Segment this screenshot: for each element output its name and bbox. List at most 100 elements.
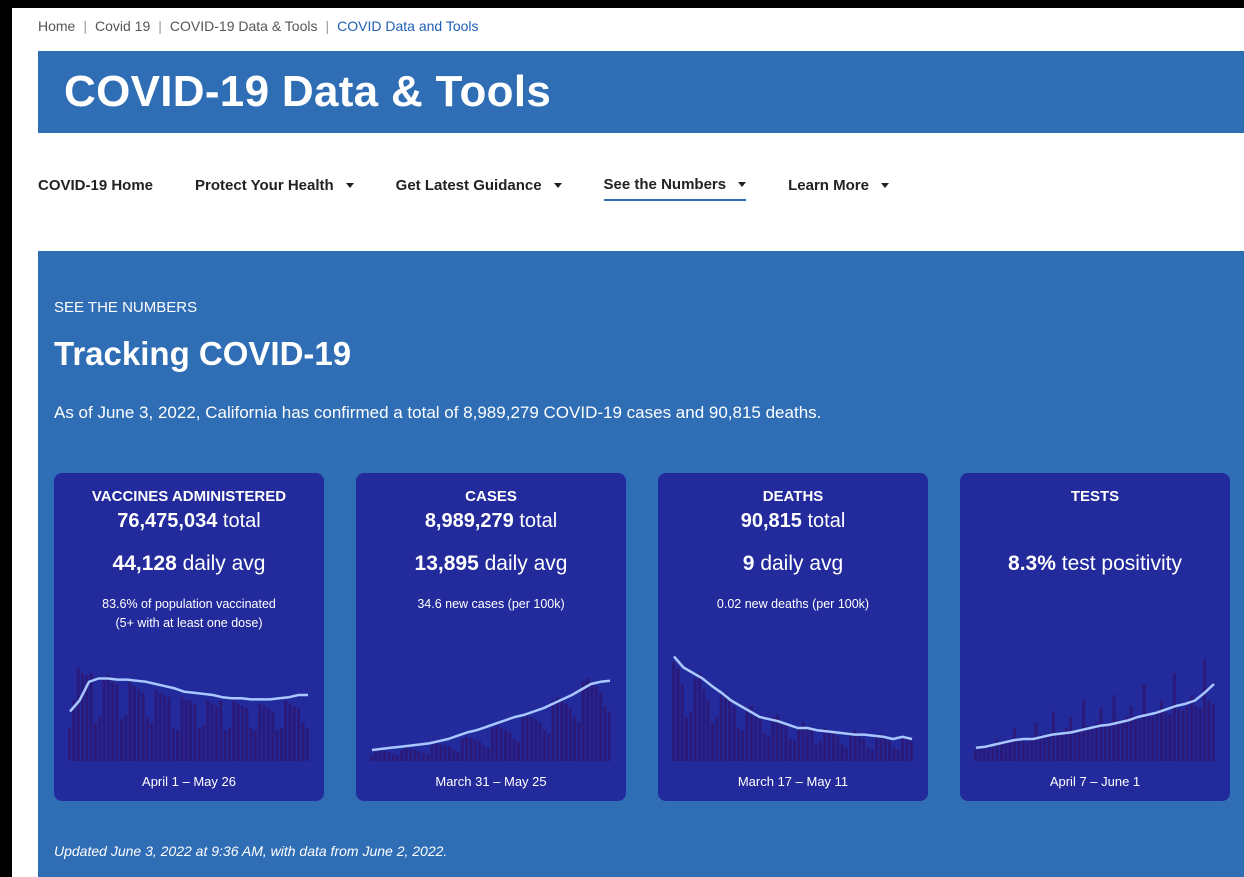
sparkline-bar (568, 708, 572, 761)
card-daily-avg: 8.3% test positivity (960, 552, 1230, 576)
sparkline-bar (128, 681, 132, 761)
sparkline-bar (253, 730, 257, 761)
sparkline-bar (831, 733, 836, 761)
card-total-value: 76,475,034 (117, 510, 218, 532)
sparkline-bar (150, 722, 154, 761)
breadcrumb-separator: | (83, 18, 87, 34)
chevron-down-icon (345, 183, 354, 188)
sparkline-bar (1008, 741, 1012, 761)
card-avg-value: 13,895 (414, 552, 479, 575)
sparkline-bar (236, 703, 240, 761)
sparkline-bar (93, 722, 98, 761)
sparkline-bar (439, 744, 443, 761)
sparkline-bar (857, 736, 861, 761)
sparkline-bar (206, 700, 210, 761)
sparkline-bar (232, 700, 236, 761)
sparkline-bar (292, 706, 296, 761)
sparkline-bar (754, 714, 758, 761)
sparkline-bar (1168, 714, 1172, 761)
sparkline-bar (710, 722, 715, 761)
sparkline-bar (978, 747, 982, 761)
card-note-line: 34.6 new cases (per 100k) (417, 597, 565, 611)
sparkline-bar (1151, 717, 1155, 761)
sparkline-bar (1203, 659, 1207, 761)
sparkline-bar (98, 717, 102, 761)
sparkline-bar (594, 686, 598, 761)
sparkline-bar (875, 736, 879, 761)
sparkline-bar (89, 673, 93, 761)
sparkline-bar (404, 747, 408, 761)
sparkline-bar (551, 700, 555, 761)
sparkline-bar (599, 692, 603, 761)
sparkline-bar (1198, 708, 1202, 761)
sparkline-bar (395, 755, 400, 761)
sparkline-bar (1060, 733, 1064, 761)
card-note: 0.02 new deaths (per 100k) (658, 595, 928, 614)
deaths-card[interactable]: DEATHS 90,815 total 9 daily avg 0.02 new… (658, 473, 928, 801)
sparkline-bar (974, 750, 978, 761)
sparkline-bar (1056, 732, 1060, 761)
sparkline-bar (1194, 706, 1198, 761)
vaccines-card[interactable]: VACCINES ADMINISTERED 76,475,034 total 4… (54, 473, 324, 801)
sparkline-bar (866, 747, 870, 761)
sparkline-bar (1125, 717, 1129, 761)
cases-card[interactable]: CASES 8,989,279 total 13,895 daily avg 3… (356, 473, 626, 801)
sparkline-bar (288, 703, 292, 761)
sparkline-bar (1120, 721, 1125, 761)
breadcrumb: Home | Covid 19 | COVID-19 Data & Tools … (38, 18, 479, 34)
sparkline-bar (814, 744, 818, 761)
card-avg-value: 44,128 (112, 552, 177, 575)
card-title: CASES (465, 488, 517, 505)
sparkline-bar (1077, 731, 1081, 761)
sparkline-bar (1207, 700, 1211, 761)
sparkline-chart (672, 655, 913, 761)
tests-card[interactable]: TESTS 8.3% test positivity April 7 – Jun… (960, 473, 1230, 801)
sparkline-bar (478, 741, 482, 761)
breadcrumb-data-tools-link[interactable]: COVID-19 Data & Tools (170, 18, 318, 34)
sparkline-bar (258, 703, 262, 761)
card-total: 90,815 total (658, 510, 928, 533)
sparkline-bar (581, 681, 585, 761)
sparkline-bar (1211, 703, 1215, 761)
sparkline-bar (430, 745, 434, 761)
sparkline-bar (512, 739, 516, 761)
sparkline-bar (305, 728, 309, 761)
card-note-line: 83.6% of population vaccinated (102, 597, 276, 611)
card-daily-avg: 13,895 daily avg (356, 552, 626, 576)
sparkline-bar (447, 746, 451, 761)
sparkline-bar (1164, 712, 1168, 761)
sparkline-bar (888, 741, 892, 761)
sparkline-bar (745, 711, 749, 761)
sparkline-bar (560, 700, 564, 761)
sparkline-chart (370, 678, 611, 761)
sparkline-bar (482, 745, 486, 761)
sparkline-bar (111, 681, 115, 761)
sparkline-bar (137, 689, 141, 761)
sparkline-bar (1172, 673, 1176, 761)
breadcrumb-home-link[interactable]: Home (38, 18, 75, 34)
sparkline-bar (240, 706, 244, 761)
sparkline-bar (689, 711, 693, 761)
sparkline-bar (723, 692, 727, 761)
nav-item-learn-more[interactable]: Learn More (788, 177, 889, 200)
sparkline-bar (214, 706, 219, 761)
sparkline-bar (999, 744, 1004, 761)
updated-timestamp: Updated June 3, 2022 at 9:36 AM, with da… (54, 843, 448, 859)
nav-item-covid-home[interactable]: COVID-19 Home (38, 177, 153, 200)
nav-item-see-numbers[interactable]: See the Numbers (603, 176, 747, 201)
sparkline-bar (516, 741, 521, 761)
sparkline-bar (1034, 722, 1038, 761)
sparkline-bar (68, 728, 72, 761)
main-nav: COVID-19 Home Protect Your Health Get La… (38, 176, 931, 201)
nav-item-latest-guidance[interactable]: Get Latest Guidance (396, 177, 562, 200)
chevron-down-icon (553, 183, 562, 188)
breadcrumb-covid19-link[interactable]: Covid 19 (95, 18, 150, 34)
sparkline-bar (508, 732, 512, 761)
sparkline-bar (758, 717, 762, 761)
nav-item-protect-health[interactable]: Protect Your Health (195, 177, 354, 200)
sparkline-bar (1138, 719, 1142, 761)
sparkline-bar (1051, 711, 1055, 761)
sparkline-bar (607, 711, 611, 761)
card-avg-unit: test positivity (1061, 552, 1182, 575)
sparkline-bar (1095, 722, 1099, 761)
